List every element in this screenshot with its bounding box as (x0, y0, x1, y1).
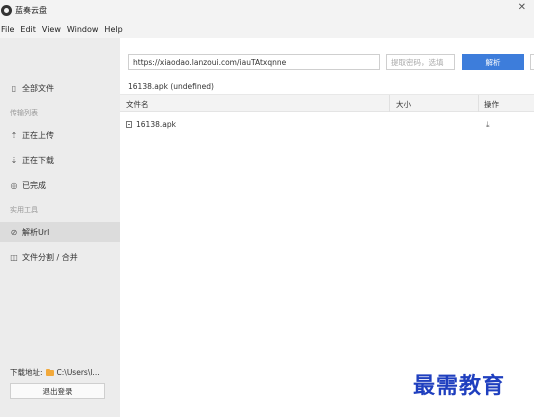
menu-view[interactable]: View (42, 25, 61, 34)
split-icon: ◫ (10, 252, 18, 262)
watermark: 最需教育 (413, 373, 506, 399)
sidebar-item-parse-url[interactable]: ⊘ 解析Url (0, 222, 120, 242)
download-icon[interactable]: ⤓ (486, 120, 490, 130)
file-icon (126, 121, 132, 128)
upload-icon: ⇡ (10, 130, 18, 140)
parse-button[interactable]: 解析 (462, 54, 524, 70)
menu-help[interactable]: Help (104, 25, 122, 34)
sidebar-item-label: 正在上传 (22, 130, 54, 140)
sidebar-item-completed[interactable]: ◎ 已完成 (0, 175, 120, 195)
title-bar: 蓝奏云盘 ✕ (0, 0, 534, 20)
app-logo-icon (1, 4, 12, 16)
menu-window[interactable]: Window (67, 25, 99, 34)
link-icon: ⊘ (10, 227, 18, 237)
menu-file[interactable]: File (1, 25, 14, 34)
column-divider (389, 95, 390, 112)
menu-bar: File Edit View Window Help (0, 20, 534, 38)
main-panel: 解析 16138.apk (undefined) 文件名 大小 操作 16138… (120, 38, 534, 417)
table-header: 文件名 大小 操作 (120, 95, 534, 112)
table-row: 16138.apk ⤓ (120, 118, 534, 132)
sidebar-item-label: 文件分割 / 合并 (22, 252, 78, 262)
column-header-name: 文件名 (126, 100, 149, 109)
sidebar-item-label: 已完成 (22, 180, 46, 190)
file-info: 16138.apk (undefined) (128, 82, 214, 91)
logout-button[interactable]: 退出登录 (10, 383, 105, 399)
file-name: 16138.apk (136, 120, 176, 129)
column-header-size: 大小 (396, 100, 411, 109)
file-name-cell: 16138.apk (126, 120, 176, 129)
download-path-value[interactable]: C:\Users\l... (57, 368, 100, 377)
close-window-icon[interactable]: ✕ (518, 2, 526, 13)
section-transfer-list: 传输列表 (10, 109, 38, 117)
menu-edit[interactable]: Edit (20, 25, 36, 34)
password-input[interactable] (386, 54, 455, 70)
sidebar-item-label: 正在下载 (22, 155, 54, 165)
url-input[interactable] (128, 54, 380, 70)
sidebar-item-label: 全部文件 (22, 83, 54, 93)
check-circle-icon: ◎ (10, 180, 18, 190)
section-tools: 实用工具 (10, 206, 38, 214)
column-divider (478, 95, 479, 112)
sidebar: ▯ 全部文件 传输列表 ⇡ 正在上传 ⇣ 正在下载 ◎ 已完成 实用工具 ⊘ 解… (0, 38, 120, 417)
folder-icon (45, 368, 54, 376)
download-icon: ⇣ (10, 155, 18, 165)
window-title: 蓝奏云盘 (15, 5, 47, 15)
file-icon: ▯ (11, 83, 17, 93)
sidebar-item-label: 解析Url (22, 227, 50, 237)
extra-button-edge (530, 54, 534, 70)
download-path: 下载地址: C:\Users\l... (10, 367, 100, 378)
sidebar-item-downloading[interactable]: ⇣ 正在下载 (0, 150, 120, 170)
sidebar-item-split-merge[interactable]: ◫ 文件分割 / 合并 (0, 247, 120, 267)
download-path-label: 下载地址: (10, 368, 43, 377)
sidebar-item-all-files[interactable]: ▯ 全部文件 (0, 78, 120, 98)
column-header-action: 操作 (484, 100, 499, 109)
sidebar-item-uploading[interactable]: ⇡ 正在上传 (0, 125, 120, 145)
